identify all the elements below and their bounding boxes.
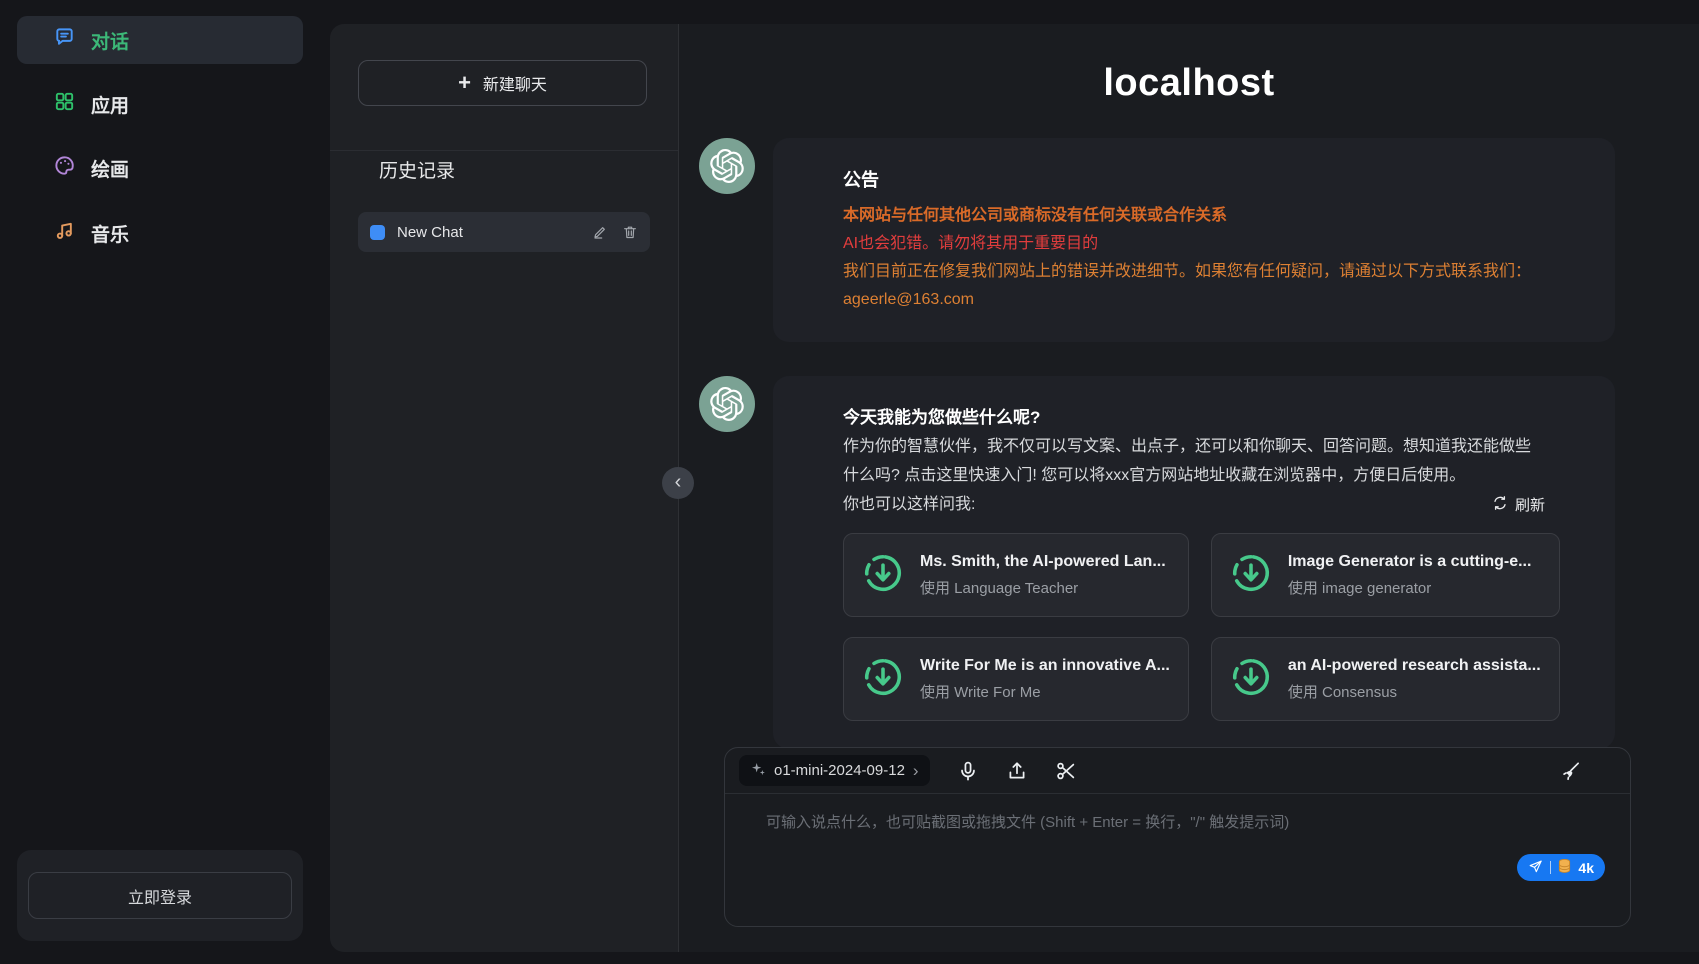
clear-context-button[interactable] bbox=[1560, 760, 1582, 782]
delete-chat-icon[interactable] bbox=[622, 224, 638, 240]
suggestion-title: an AI-powered research assista... bbox=[1288, 657, 1541, 675]
microphone-icon bbox=[957, 760, 979, 782]
suggestion-title: Image Generator is a cutting-e... bbox=[1288, 553, 1532, 571]
ask-hint-text: 你也可以这样问我: bbox=[843, 490, 975, 519]
chat-color-swatch-icon bbox=[370, 225, 385, 240]
assistant-avatar bbox=[699, 138, 755, 194]
new-chat-button[interactable]: + 新建聊天 bbox=[358, 60, 647, 106]
suggestion-subtitle: 使用 Consensus bbox=[1288, 681, 1541, 702]
suggestion-card[interactable]: Image Generator is a cutting-e... 使用 ima… bbox=[1211, 533, 1560, 617]
send-plane-icon bbox=[1528, 859, 1543, 877]
suggestion-card[interactable]: Ms. Smith, the AI-powered Lan... 使用 Lang… bbox=[843, 533, 1189, 617]
model-label: o1-mini-2024-09-12 bbox=[774, 762, 905, 779]
suggestion-card[interactable]: Write For Me is an innovative A... 使用 Wr… bbox=[843, 637, 1189, 721]
arrow-down-circle-icon bbox=[1230, 656, 1272, 703]
main-chat-area: localhost 公告 本网站与任何其他公司或商标没有任何关联或合作关系 AI… bbox=[679, 24, 1699, 952]
welcome-bubble: 今天我能为您做些什么呢? 作为你的智慧伙伴，我不仅可以写文案、出点子，还可以和你… bbox=[773, 376, 1615, 749]
welcome-body: 作为你的智慧伙伴，我不仅可以写文案、出点子，还可以和你聊天、回答问题。想知道我还… bbox=[843, 432, 1545, 490]
send-pill-divider bbox=[1550, 861, 1551, 874]
openai-logo-icon bbox=[710, 387, 744, 421]
collapse-sidebar-button[interactable]: ‹ bbox=[662, 467, 694, 499]
history-title: 历史记录 bbox=[379, 156, 455, 183]
broom-icon bbox=[1560, 760, 1582, 782]
announcement-bubble: 公告 本网站与任何其他公司或商标没有任何关联或合作关系 AI也会犯错。请勿将其用… bbox=[773, 138, 1615, 342]
upload-file-button[interactable] bbox=[1006, 760, 1028, 782]
chat-list-divider bbox=[330, 150, 678, 151]
coins-icon bbox=[1558, 858, 1571, 877]
announcement-heading: 公告 bbox=[843, 166, 1545, 192]
scissors-icon bbox=[1055, 760, 1077, 782]
refresh-label: 刷新 bbox=[1515, 494, 1545, 515]
chat-item-title: New Chat bbox=[397, 224, 580, 241]
composer: o1-mini-2024-09-12 › bbox=[724, 747, 1631, 927]
suggestion-subtitle: 使用 image generator bbox=[1288, 577, 1532, 598]
clip-screenshot-button[interactable] bbox=[1055, 760, 1077, 782]
chat-history-item[interactable]: New Chat bbox=[358, 212, 650, 252]
sidebar-item-drawing[interactable]: 绘画 bbox=[17, 144, 303, 192]
suggestion-subtitle: 使用 Write For Me bbox=[920, 681, 1170, 702]
message-list: 公告 本网站与任何其他公司或商标没有任何关联或合作关系 AI也会犯错。请勿将其用… bbox=[699, 138, 1615, 783]
grid-icon bbox=[53, 90, 76, 119]
announcement-line: 我们目前正在修复我们网站上的错误并改进细节。如果您有任何疑问，请通过以下方式联系… bbox=[843, 258, 1545, 286]
login-button[interactable]: 立即登录 bbox=[28, 872, 292, 919]
composer-toolbar: o1-mini-2024-09-12 › bbox=[725, 748, 1630, 794]
page-title: localhost bbox=[679, 62, 1699, 105]
upload-icon bbox=[1006, 760, 1028, 782]
announcement-line: 本网站与任何其他公司或商标没有任何关联或合作关系 bbox=[843, 202, 1545, 230]
microphone-button[interactable] bbox=[957, 760, 979, 782]
palette-icon bbox=[53, 154, 76, 183]
chat-list-column: + 新建聊天 历史记录 New Chat bbox=[330, 24, 678, 952]
welcome-heading: 今天我能为您做些什么呢? bbox=[843, 404, 1545, 432]
sidebar-item-label: 对话 bbox=[91, 27, 129, 54]
sidebar: 对话 应用 绘画 bbox=[0, 0, 330, 964]
message-announcement: 公告 本网站与任何其他公司或商标没有任何关联或合作关系 AI也会犯错。请勿将其用… bbox=[699, 138, 1615, 342]
arrow-down-circle-icon bbox=[862, 656, 904, 703]
contact-email-link[interactable]: ageerle@163.com bbox=[843, 286, 1545, 314]
announcement-line: AI也会犯错。请勿将其用于重要目的 bbox=[843, 230, 1545, 258]
message-input[interactable] bbox=[725, 794, 1630, 926]
sidebar-item-label: 应用 bbox=[91, 91, 129, 118]
sidebar-item-apps[interactable]: 应用 bbox=[17, 80, 303, 128]
openai-logo-icon bbox=[710, 149, 744, 183]
arrow-down-circle-icon bbox=[1230, 552, 1272, 599]
sidebar-item-label: 绘画 bbox=[91, 155, 129, 182]
chevron-right-icon: › bbox=[913, 762, 919, 779]
edit-chat-icon[interactable] bbox=[592, 224, 608, 240]
credits-label: 4k bbox=[1578, 860, 1594, 876]
sidebar-item-label: 音乐 bbox=[91, 220, 129, 247]
music-note-icon bbox=[53, 219, 76, 248]
arrow-down-circle-icon bbox=[862, 552, 904, 599]
chat-bubble-icon bbox=[53, 26, 76, 55]
app-root: 对话 应用 绘画 bbox=[0, 0, 1699, 964]
suggestion-title: Ms. Smith, the AI-powered Lan... bbox=[920, 553, 1166, 571]
sidebar-item-music[interactable]: 音乐 bbox=[17, 209, 303, 257]
ask-hint-row: 你也可以这样问我: 刷新 bbox=[843, 490, 1545, 519]
chevron-left-icon: ‹ bbox=[675, 472, 682, 492]
refresh-icon bbox=[1492, 495, 1508, 515]
sidebar-item-chat[interactable]: 对话 bbox=[17, 16, 303, 64]
suggestion-title: Write For Me is an innovative A... bbox=[920, 657, 1170, 675]
new-chat-button-label: 新建聊天 bbox=[483, 71, 547, 95]
composer-input-region: 4k bbox=[725, 794, 1630, 926]
refresh-suggestions-button[interactable]: 刷新 bbox=[1492, 494, 1545, 515]
sparkles-icon bbox=[750, 761, 766, 781]
message-welcome: 今天我能为您做些什么呢? 作为你的智慧伙伴，我不仅可以写文案、出点子，还可以和你… bbox=[699, 376, 1615, 749]
content-panel: + 新建聊天 历史记录 New Chat bbox=[330, 24, 1699, 952]
model-selector[interactable]: o1-mini-2024-09-12 › bbox=[739, 755, 930, 786]
send-button[interactable]: 4k bbox=[1517, 854, 1605, 881]
assistant-avatar bbox=[699, 376, 755, 432]
login-card: 立即登录 bbox=[17, 850, 303, 941]
plus-icon: + bbox=[458, 72, 471, 94]
suggestion-cards: Ms. Smith, the AI-powered Lan... 使用 Lang… bbox=[843, 533, 1545, 721]
suggestion-subtitle: 使用 Language Teacher bbox=[920, 577, 1166, 598]
suggestion-card[interactable]: an AI-powered research assista... 使用 Con… bbox=[1211, 637, 1560, 721]
